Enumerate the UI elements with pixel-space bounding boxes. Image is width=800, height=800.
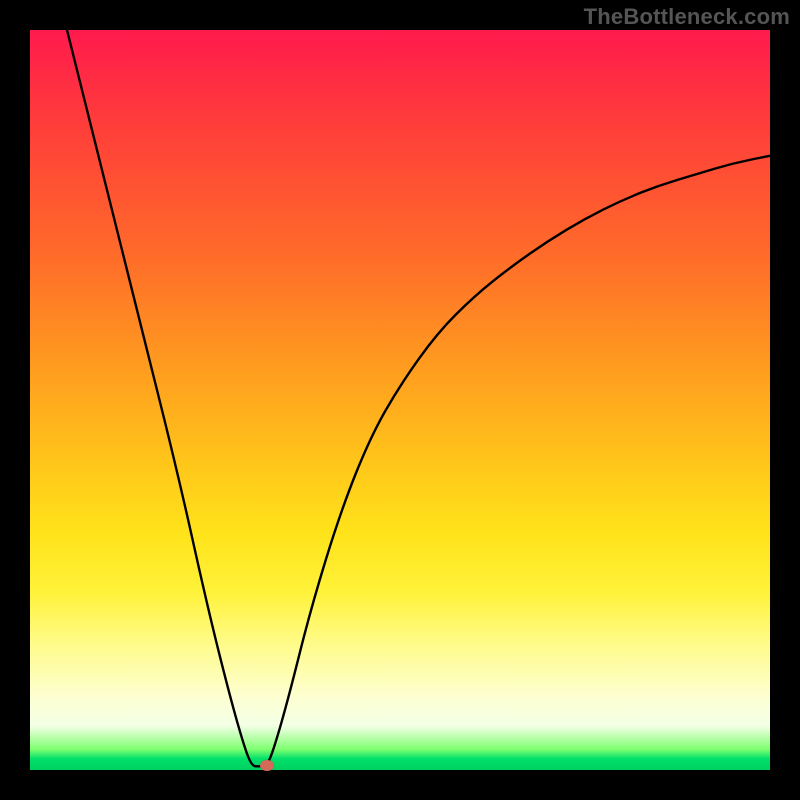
chart-frame: TheBottleneck.com [0,0,800,800]
plot-area [30,30,770,770]
bottleneck-curve [30,30,770,770]
watermark-text: TheBottleneck.com [584,4,790,30]
